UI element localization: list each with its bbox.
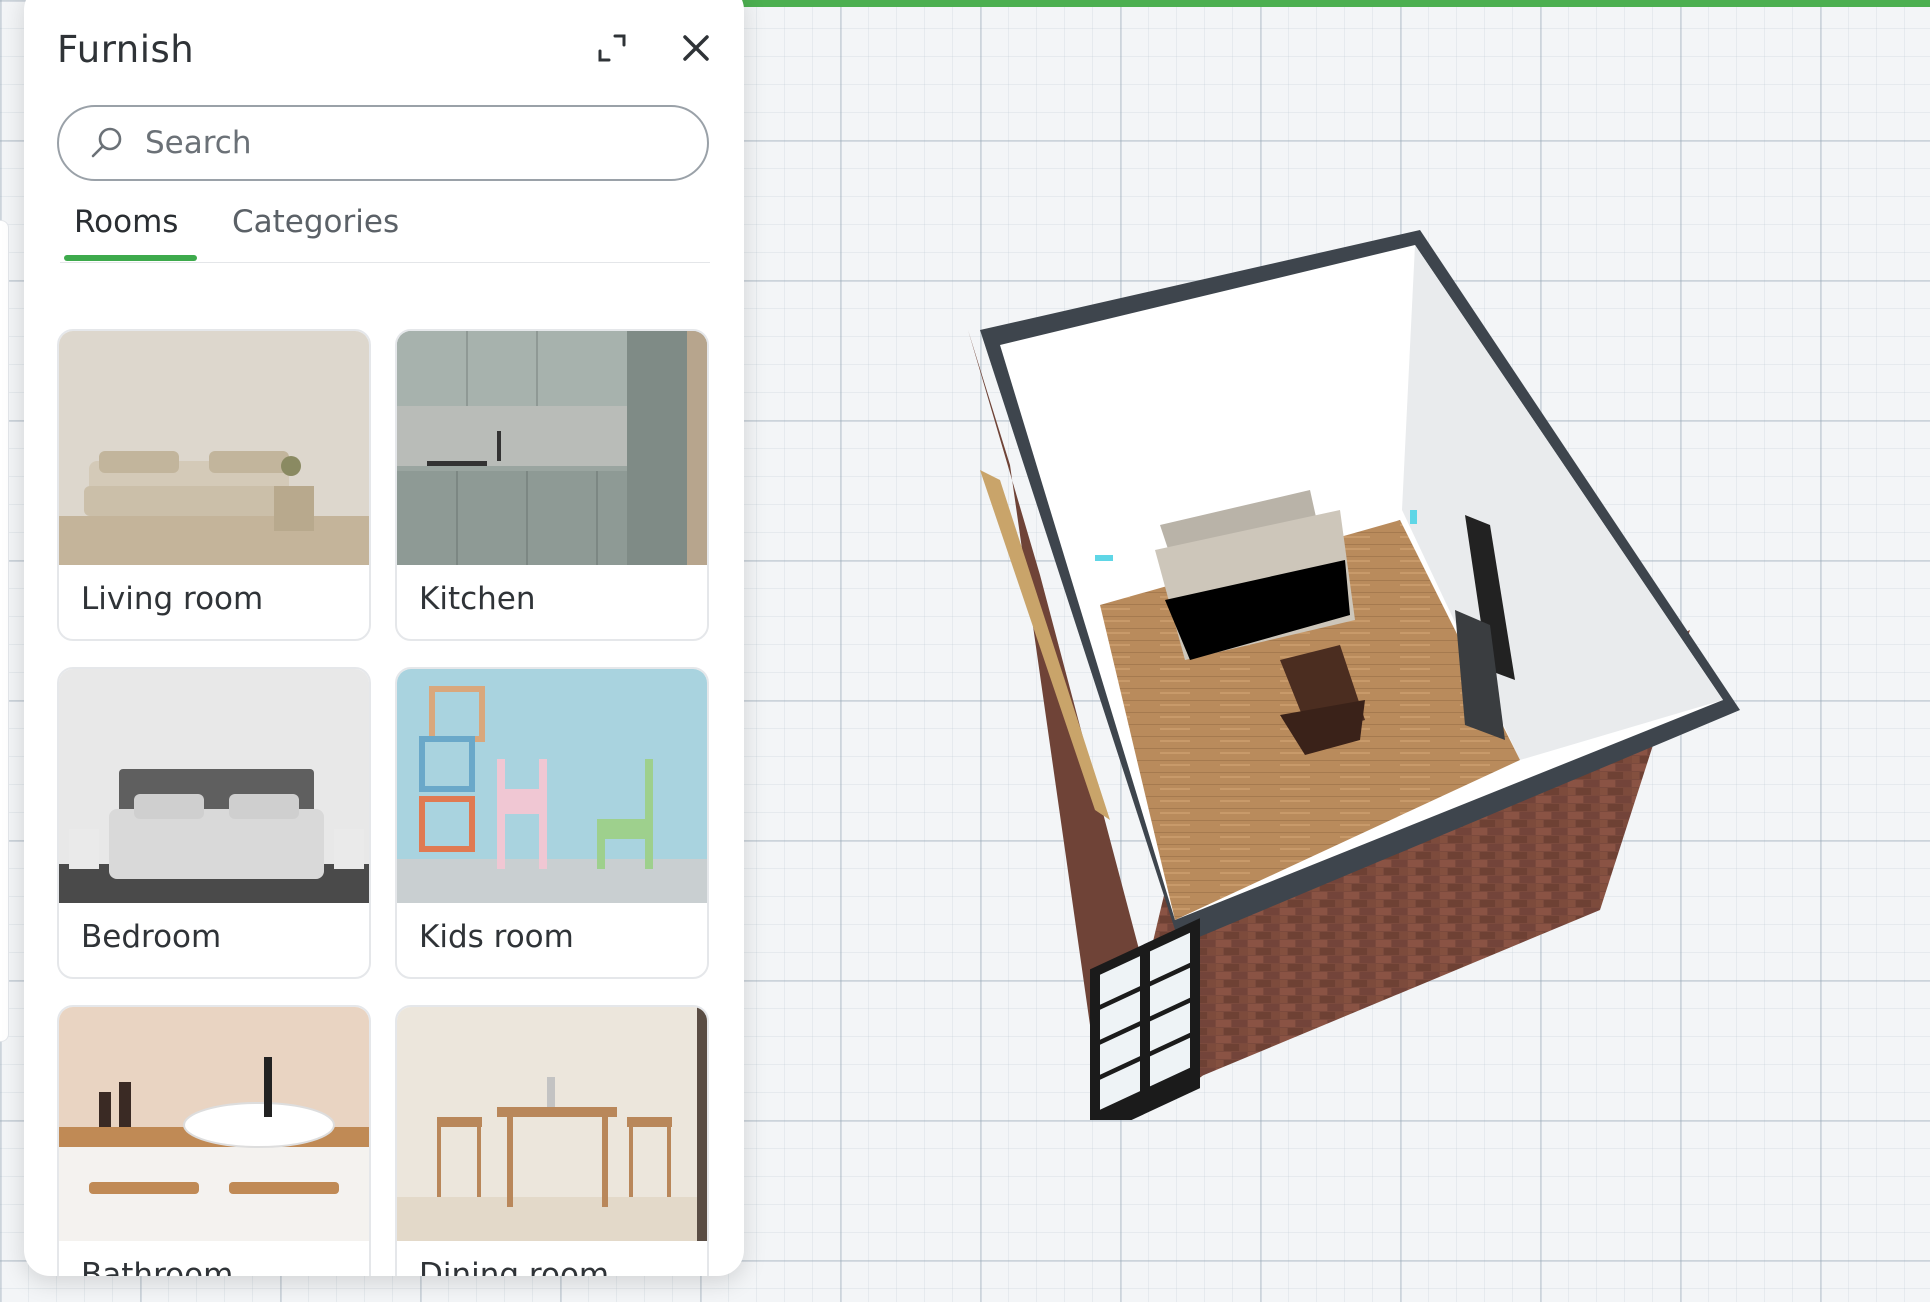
furnish-panel: Furnish Rooms Categories <box>24 0 744 1276</box>
expand-button[interactable] <box>590 28 634 72</box>
living-room-image <box>59 331 369 565</box>
kitchen-image <box>397 331 707 565</box>
dining-room-image <box>397 1007 707 1241</box>
room-card-kitchen[interactable]: Kitchen <box>395 329 709 641</box>
panel-title: Furnish <box>57 28 195 71</box>
tab-bar: Rooms Categories <box>60 200 710 263</box>
room-3d-model[interactable] <box>960 220 1780 1140</box>
kids-room-image <box>397 669 707 903</box>
room-card-dining-room[interactable]: Dining room <box>395 1005 709 1276</box>
search-icon <box>87 123 127 163</box>
room-card-label: Living room <box>81 581 264 617</box>
room-card-label: Dining room <box>419 1257 610 1276</box>
room-card-label: Kids room <box>419 919 574 955</box>
room-card-bedroom[interactable]: Bedroom <box>57 667 371 979</box>
left-toolbar-edge <box>0 220 9 1042</box>
close-button[interactable] <box>674 28 718 72</box>
room-card-label: Kitchen <box>419 581 536 617</box>
bathroom-image <box>59 1007 369 1241</box>
active-tab-indicator <box>64 255 197 261</box>
tab-rooms[interactable]: Rooms <box>74 204 178 254</box>
3d-viewport[interactable] <box>960 220 1780 1140</box>
close-icon <box>682 34 710 66</box>
room-card-kids-room[interactable]: Kids room <box>395 667 709 979</box>
room-card-bathroom[interactable]: Bathroom <box>57 1005 371 1276</box>
room-card-label: Bedroom <box>81 919 222 955</box>
bedroom-image <box>59 669 369 903</box>
expand-icon <box>597 33 627 67</box>
room-card-label: Bathroom <box>81 1257 234 1276</box>
search-field[interactable] <box>57 105 709 181</box>
search-input[interactable] <box>143 124 687 162</box>
room-card-living-room[interactable]: Living room <box>57 329 371 641</box>
tab-categories[interactable]: Categories <box>232 204 399 254</box>
